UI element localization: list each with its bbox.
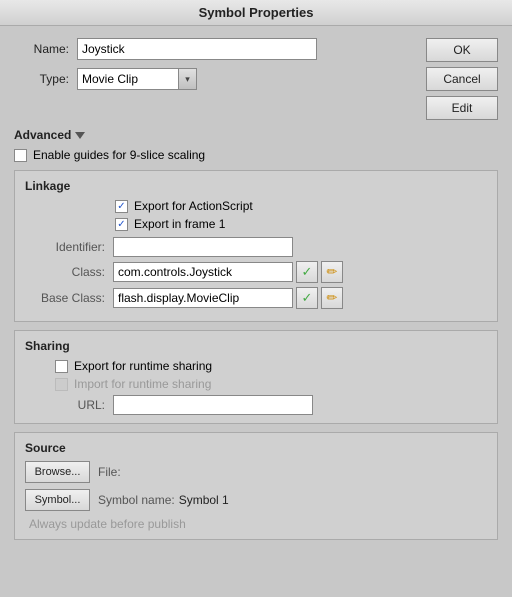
base-class-row: Base Class: ✓ ✏ bbox=[25, 287, 487, 309]
form-left: Name: Type: Movie Clip Button Graphic ▾ bbox=[14, 38, 412, 98]
type-label: Type: bbox=[14, 72, 69, 86]
import-runtime-checkbox[interactable] bbox=[55, 378, 68, 391]
identifier-label: Identifier: bbox=[25, 240, 105, 254]
file-label: File: bbox=[98, 465, 121, 479]
base-class-input[interactable] bbox=[113, 288, 293, 308]
slice-scaling-row: Enable guides for 9-slice scaling bbox=[14, 148, 498, 162]
edit-button[interactable]: Edit bbox=[426, 96, 498, 120]
symbol-row: Symbol... Symbol name: Symbol 1 bbox=[25, 489, 487, 511]
source-title: Source bbox=[25, 441, 487, 455]
export-runtime-checkbox[interactable] bbox=[55, 360, 68, 373]
ok-button[interactable]: OK bbox=[426, 38, 498, 62]
base-class-pencil-icon: ✏ bbox=[327, 290, 338, 306]
import-runtime-label: Import for runtime sharing bbox=[74, 377, 211, 391]
base-class-label: Base Class: bbox=[25, 291, 105, 305]
always-update-row: Always update before publish bbox=[25, 517, 487, 531]
slice-scaling-checkbox[interactable] bbox=[14, 149, 27, 162]
title-bar: Symbol Properties bbox=[0, 0, 512, 26]
advanced-row[interactable]: Advanced bbox=[14, 128, 498, 142]
class-pencil-icon: ✏ bbox=[327, 264, 338, 280]
symbol-button[interactable]: Symbol... bbox=[25, 489, 90, 511]
symbol-name-label: Symbol name: bbox=[98, 493, 175, 507]
url-row: URL: bbox=[25, 395, 487, 415]
browse-button[interactable]: Browse... bbox=[25, 461, 90, 483]
browse-row: Browse... File: bbox=[25, 461, 487, 483]
always-update-label: Always update before publish bbox=[29, 517, 186, 531]
export-actionscript-checkbox[interactable] bbox=[115, 200, 128, 213]
identifier-input[interactable] bbox=[113, 237, 293, 257]
export-frame1-label: Export in frame 1 bbox=[134, 217, 225, 231]
advanced-label: Advanced bbox=[14, 128, 71, 142]
class-label: Class: bbox=[25, 265, 105, 279]
class-input[interactable] bbox=[113, 262, 293, 282]
name-input[interactable] bbox=[77, 38, 317, 60]
base-class-check-icon: ✓ bbox=[302, 290, 313, 306]
export-runtime-label: Export for runtime sharing bbox=[74, 359, 212, 373]
linkage-section: Linkage Export for ActionScript Export i… bbox=[14, 170, 498, 322]
symbol-name-value: Symbol 1 bbox=[179, 493, 229, 507]
identifier-row: Identifier: bbox=[25, 237, 487, 257]
export-runtime-row: Export for runtime sharing bbox=[25, 359, 487, 373]
slice-scaling-label: Enable guides for 9-slice scaling bbox=[33, 148, 205, 162]
title-text: Symbol Properties bbox=[199, 5, 314, 20]
source-section: Source Browse... File: Symbol... Symbol … bbox=[14, 432, 498, 540]
linkage-title: Linkage bbox=[25, 179, 487, 193]
class-edit-button[interactable]: ✏ bbox=[321, 261, 343, 283]
class-check-icon: ✓ bbox=[302, 264, 313, 280]
class-check-button[interactable]: ✓ bbox=[296, 261, 318, 283]
dropdown-arrow-icon: ▾ bbox=[178, 69, 196, 89]
type-select-wrapper[interactable]: Movie Clip Button Graphic ▾ bbox=[77, 68, 197, 90]
cancel-button[interactable]: Cancel bbox=[426, 67, 498, 91]
name-row: Name: bbox=[14, 38, 412, 60]
export-frame1-row: Export in frame 1 bbox=[25, 217, 487, 231]
advanced-expand-icon bbox=[75, 132, 85, 139]
sharing-section: Sharing Export for runtime sharing Impor… bbox=[14, 330, 498, 424]
url-input[interactable] bbox=[113, 395, 313, 415]
type-row: Type: Movie Clip Button Graphic ▾ bbox=[14, 68, 412, 90]
export-actionscript-label: Export for ActionScript bbox=[134, 199, 253, 213]
base-class-check-button[interactable]: ✓ bbox=[296, 287, 318, 309]
class-row: Class: ✓ ✏ bbox=[25, 261, 487, 283]
export-frame1-checkbox[interactable] bbox=[115, 218, 128, 231]
type-select[interactable]: Movie Clip Button Graphic bbox=[78, 69, 178, 89]
base-class-edit-button[interactable]: ✏ bbox=[321, 287, 343, 309]
sharing-title: Sharing bbox=[25, 339, 487, 353]
dialog-body: Name: Type: Movie Clip Button Graphic ▾ … bbox=[0, 26, 512, 595]
name-label: Name: bbox=[14, 42, 69, 56]
export-actionscript-row: Export for ActionScript bbox=[25, 199, 487, 213]
import-runtime-row: Import for runtime sharing bbox=[25, 377, 487, 391]
top-section: Name: Type: Movie Clip Button Graphic ▾ … bbox=[14, 38, 498, 120]
buttons-right: OK Cancel Edit bbox=[426, 38, 498, 120]
url-label: URL: bbox=[25, 398, 105, 412]
